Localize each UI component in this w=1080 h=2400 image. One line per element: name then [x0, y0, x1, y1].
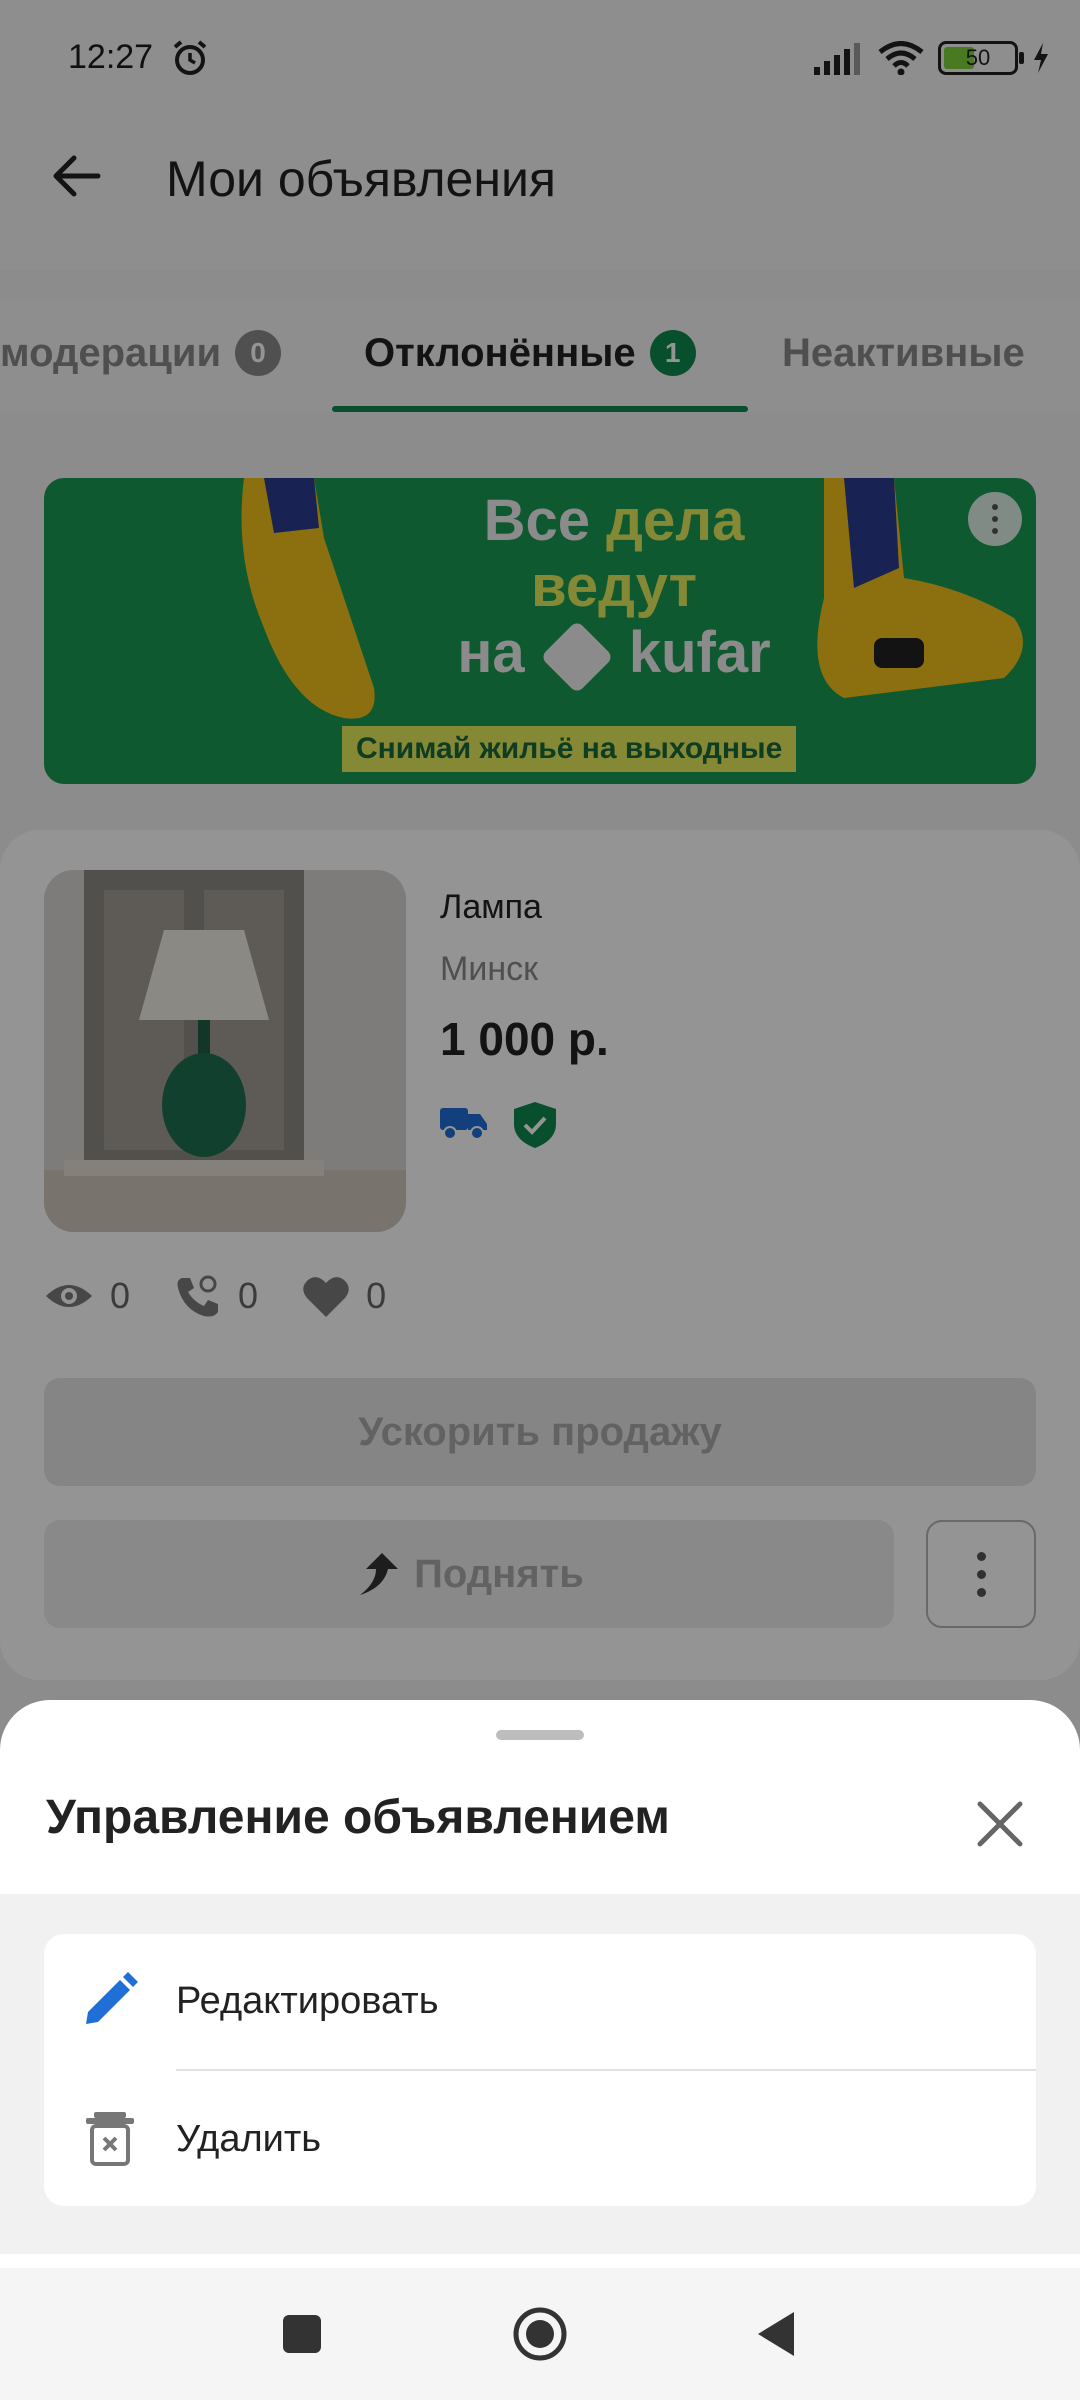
back-triangle-icon[interactable] [750, 2306, 806, 2362]
menu-divider [176, 2069, 1036, 2071]
home-circle-icon[interactable] [512, 2306, 568, 2362]
sheet-title: Управление объявлением [46, 1791, 670, 1844]
recents-square-icon[interactable] [274, 2306, 330, 2362]
menu-item-edit[interactable]: Редактировать [44, 1934, 1036, 2071]
sheet-drag-handle[interactable] [496, 1730, 584, 1740]
pencil-icon [86, 1972, 138, 2024]
menu-item-label: Редактировать [176, 1979, 439, 2022]
trash-icon [86, 2112, 134, 2166]
menu-item-delete[interactable]: Удалить [44, 2072, 1036, 2206]
menu-item-label: Удалить [176, 2117, 322, 2160]
system-nav-bar [0, 2268, 1080, 2400]
action-menu: Редактировать Удалить [44, 1934, 1036, 2206]
close-icon[interactable] [972, 1796, 1028, 1852]
